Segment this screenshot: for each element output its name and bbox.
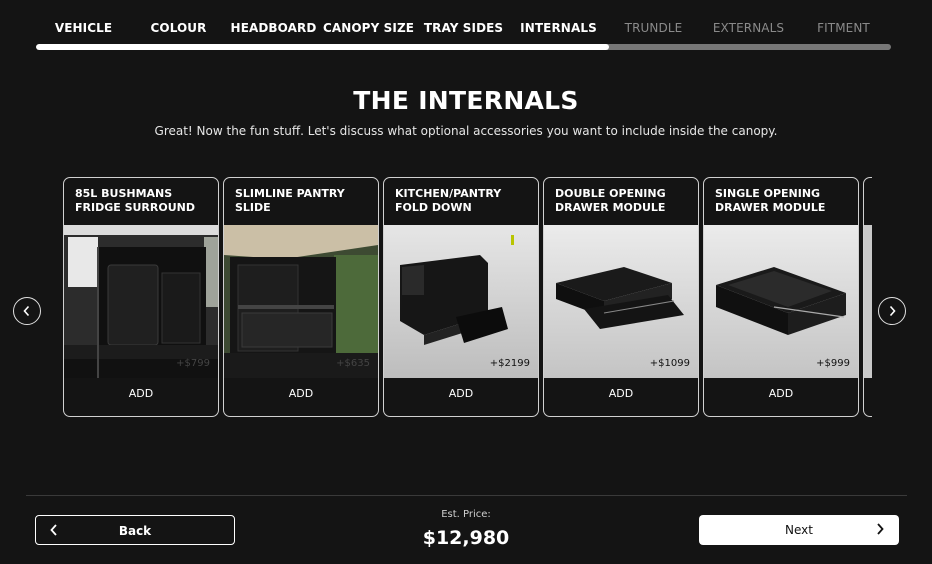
page-subtitle: Great! Now the fun stuff. Let's discuss … [154, 124, 778, 138]
card-price: +$2199 [489, 358, 530, 369]
accessory-card[interactable]: 85L BUSHMANS FRIDGE SURROUND +$799 ADD [63, 177, 219, 417]
next-accessory-image [864, 225, 872, 378]
card-price: +$799 [176, 358, 210, 369]
chevron-right-icon [889, 305, 896, 317]
progress-fill [36, 44, 609, 50]
step-canopy-size[interactable]: CANOPY SIZE [321, 21, 416, 35]
add-pantry-slide-button[interactable]: ADD [224, 379, 378, 409]
card-price: +$1099 [649, 358, 690, 369]
pantry-slide-image [224, 225, 378, 378]
kitchen-fold-down-image [384, 225, 538, 378]
step-internals[interactable]: INTERNALS [511, 21, 606, 35]
step-tray-sides[interactable]: TRAY SIDES [416, 21, 511, 35]
add-kitchen-fold-down-button[interactable]: ADD [384, 379, 538, 409]
add-single-drawer-button[interactable]: ADD [704, 379, 858, 409]
double-drawer-image [544, 225, 698, 378]
carousel-prev-button[interactable] [13, 297, 41, 325]
accessory-card[interactable]: SLIMLINE PANTRY SLIDE +$635 ADD [223, 177, 379, 417]
next-button-label: Next [785, 523, 813, 537]
step-externals[interactable]: EXTERNALS [701, 21, 796, 35]
card-title: DOUBLE OPENING DRAWER MODULE [555, 187, 666, 214]
carousel-next-button[interactable] [878, 297, 906, 325]
footer-divider [26, 495, 907, 496]
chevron-left-icon [23, 305, 30, 317]
single-drawer-image [704, 225, 858, 378]
card-price: +$635 [336, 358, 370, 369]
accessory-card[interactable]: KITCHEN/PANTRY FOLD DOWN +$2199 ADD [383, 177, 539, 417]
accessory-card-partial[interactable] [863, 177, 872, 417]
accessory-card[interactable]: SINGLE OPENING DRAWER MODULE +$999 ADD [703, 177, 859, 417]
step-vehicle[interactable]: VEHICLE [36, 21, 131, 35]
accessory-carousel: 85L BUSHMANS FRIDGE SURROUND +$799 ADD S… [60, 176, 872, 418]
card-price: +$999 [816, 358, 850, 369]
step-fitment[interactable]: FITMENT [796, 21, 891, 35]
card-title: SLIMLINE PANTRY SLIDE [235, 187, 345, 214]
step-trundle[interactable]: TRUNDLE [606, 21, 701, 35]
page-title: THE INTERNALS [353, 86, 579, 115]
card-title: SINGLE OPENING DRAWER MODULE [715, 187, 826, 214]
step-headboard[interactable]: HEADBOARD [226, 21, 321, 35]
add-double-drawer-button[interactable]: ADD [544, 379, 698, 409]
add-fridge-surround-button[interactable]: ADD [64, 379, 218, 409]
fridge-surround-image [64, 225, 218, 378]
chevron-right-icon [877, 523, 884, 535]
next-button[interactable]: Next [699, 515, 899, 545]
step-colour[interactable]: COLOUR [131, 21, 226, 35]
card-title: KITCHEN/PANTRY FOLD DOWN [395, 187, 502, 214]
progress-bar [36, 44, 891, 50]
card-title: 85L BUSHMANS FRIDGE SURROUND [75, 187, 195, 214]
accessory-card[interactable]: DOUBLE OPENING DRAWER MODULE +$1099 ADD [543, 177, 699, 417]
